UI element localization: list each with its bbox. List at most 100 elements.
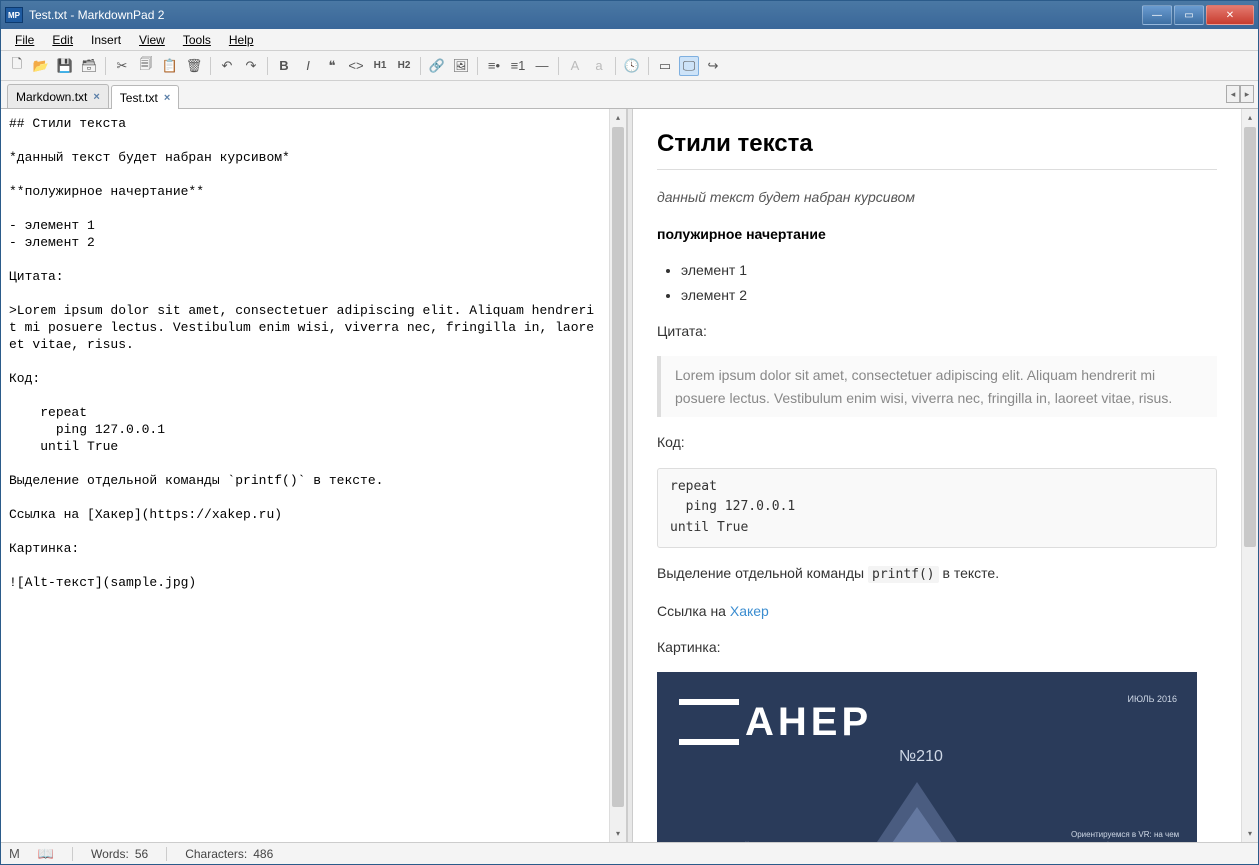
menubar: File Edit Insert View Tools Help [1, 29, 1258, 51]
image-issue-number: №210 [899, 744, 943, 770]
close-button[interactable]: ✕ [1206, 5, 1254, 25]
tab-scroll-left-icon[interactable]: ◂ [1226, 85, 1240, 103]
save-icon[interactable]: 💾 [55, 56, 75, 76]
book-icon[interactable]: 📖 [38, 846, 54, 862]
window-title: Test.txt - MarkdownPad 2 [29, 8, 1142, 22]
menu-view[interactable]: View [131, 31, 173, 49]
uppercase-icon[interactable]: A [565, 56, 585, 76]
word-count: Words: 56 [91, 847, 148, 861]
link-icon[interactable]: 🔗 [427, 56, 447, 76]
scroll-up-icon[interactable]: ▴ [1242, 109, 1258, 126]
app-icon: MP [5, 7, 23, 23]
list-item: элемент 2 [681, 284, 1217, 306]
separator [648, 57, 649, 75]
separator [420, 57, 421, 75]
preview-bold-text: полужирное начертание [657, 226, 826, 242]
h2-icon[interactable]: H2 [394, 56, 414, 76]
undo-icon[interactable]: ↶ [217, 56, 237, 76]
live-preview-icon[interactable]: 🖵 [679, 56, 699, 76]
lowercase-icon[interactable]: a [589, 56, 609, 76]
separator [558, 57, 559, 75]
preview-pane: Стили текста данный текст будет набран к… [633, 109, 1258, 842]
tab-close-icon[interactable]: × [93, 91, 99, 103]
preview-image: AHEP ИЮЛЬ 2016 №210 Меняем рутованный An… [657, 672, 1197, 842]
link-paragraph: Ссылка на Хакер [657, 600, 1217, 622]
h1-icon[interactable]: H1 [370, 56, 390, 76]
menu-tools[interactable]: Tools [175, 31, 219, 49]
window-controls: — ▭ ✕ [1142, 5, 1254, 25]
scroll-down-icon[interactable]: ▾ [1242, 825, 1258, 842]
italic-icon[interactable]: I [298, 56, 318, 76]
image-label: Картинка: [657, 636, 1217, 658]
code-label: Код: [657, 431, 1217, 453]
tab-test-txt[interactable]: Test.txt × [111, 85, 179, 109]
preview-code-block: repeat ping 127.0.0.1 until True [657, 468, 1217, 548]
list-item: элемент 1 [681, 259, 1217, 281]
timestamp-icon[interactable]: 🕓 [622, 56, 642, 76]
image-icon[interactable]: 🖼 [451, 56, 471, 76]
preview-italic-text: данный текст будет набран курсивом [657, 189, 915, 205]
ul-icon[interactable]: ≡• [484, 56, 504, 76]
quote-icon[interactable]: ❝ [322, 56, 342, 76]
ol-icon[interactable]: ≡1 [508, 56, 528, 76]
tab-scroll-buttons: ◂ ▸ [1226, 85, 1254, 103]
image-caption-left: Меняем рутованный Android до неузнаваемо… [673, 840, 783, 842]
scroll-up-icon[interactable]: ▴ [610, 109, 626, 126]
hr-icon[interactable]: — [532, 56, 552, 76]
bold-icon[interactable]: B [274, 56, 294, 76]
cut-icon[interactable]: ✂ [112, 56, 132, 76]
separator [477, 57, 478, 75]
tab-label: Markdown.txt [16, 90, 87, 104]
tab-close-icon[interactable]: × [164, 92, 170, 104]
preview-scrollbar[interactable]: ▴ ▾ [1241, 109, 1258, 842]
minimize-button[interactable]: — [1142, 5, 1172, 25]
markdown-preview: Стили текста данный текст будет набран к… [633, 109, 1241, 842]
editor-scrollbar[interactable]: ▴ ▾ [609, 109, 626, 842]
maximize-button[interactable]: ▭ [1174, 5, 1204, 25]
image-caption-right: Ориентируемся в VR: на чем пишут софт дл… [1071, 829, 1181, 842]
statusbar: M 📖 Words: 56 Characters: 486 [1, 842, 1258, 864]
preview-heading: Стили текста [657, 125, 1217, 170]
delete-icon[interactable]: 🗑 [184, 56, 204, 76]
copy-icon[interactable]: 🗐 [136, 56, 156, 76]
inline-code-paragraph: Выделение отдельной команды printf() в т… [657, 562, 1217, 586]
char-count: Characters: 486 [185, 847, 273, 861]
paste-icon[interactable]: 📋 [160, 56, 180, 76]
separator [210, 57, 211, 75]
separator [267, 57, 268, 75]
preview-link[interactable]: Хакер [730, 603, 769, 619]
save-all-icon[interactable]: 🗃 [79, 56, 99, 76]
markdown-editor[interactable]: ## Стили текста *данный текст будет набр… [1, 109, 609, 842]
menu-insert[interactable]: Insert [83, 31, 129, 49]
preview-blockquote: Lorem ipsum dolor sit amet, consectetuer… [657, 356, 1217, 417]
tab-bar: Markdown.txt × Test.txt × ◂ ▸ [1, 81, 1258, 109]
code-icon[interactable]: <> [346, 56, 366, 76]
toggle-preview-icon[interactable]: ▭ [655, 56, 675, 76]
menu-help[interactable]: Help [221, 31, 262, 49]
preview-list: элемент 1 элемент 2 [681, 259, 1217, 306]
separator [615, 57, 616, 75]
content-area: ## Стили текста *данный текст будет набр… [1, 109, 1258, 842]
image-logo: AHEP [679, 690, 872, 754]
export-icon[interactable]: ↪ [703, 56, 723, 76]
scroll-thumb[interactable] [1244, 127, 1256, 547]
scroll-thumb[interactable] [612, 127, 624, 807]
open-file-icon[interactable]: 📂 [31, 56, 51, 76]
inline-code: printf() [868, 566, 939, 583]
quote-label: Цитата: [657, 320, 1217, 342]
editor-pane: ## Стили текста *данный текст будет набр… [1, 109, 627, 842]
separator [105, 57, 106, 75]
toolbar: 🗋 📂 💾 🗃 ✂ 🗐 📋 🗑 ↶ ↷ B I ❝ <> H1 H2 🔗 🖼 ≡… [1, 51, 1258, 81]
menu-file[interactable]: File [7, 31, 42, 49]
tab-markdown-txt[interactable]: Markdown.txt × [7, 84, 109, 108]
app-window: MP Test.txt - MarkdownPad 2 — ▭ ✕ File E… [0, 0, 1259, 865]
image-issue-date: ИЮЛЬ 2016 [1128, 692, 1178, 706]
new-file-icon[interactable]: 🗋 [7, 56, 27, 76]
markdown-mode-icon[interactable]: M [9, 846, 20, 861]
redo-icon[interactable]: ↷ [241, 56, 261, 76]
menu-edit[interactable]: Edit [44, 31, 81, 49]
titlebar[interactable]: MP Test.txt - MarkdownPad 2 — ▭ ✕ [1, 1, 1258, 29]
tab-scroll-right-icon[interactable]: ▸ [1240, 85, 1254, 103]
scroll-down-icon[interactable]: ▾ [610, 825, 626, 842]
tab-label: Test.txt [120, 91, 158, 105]
